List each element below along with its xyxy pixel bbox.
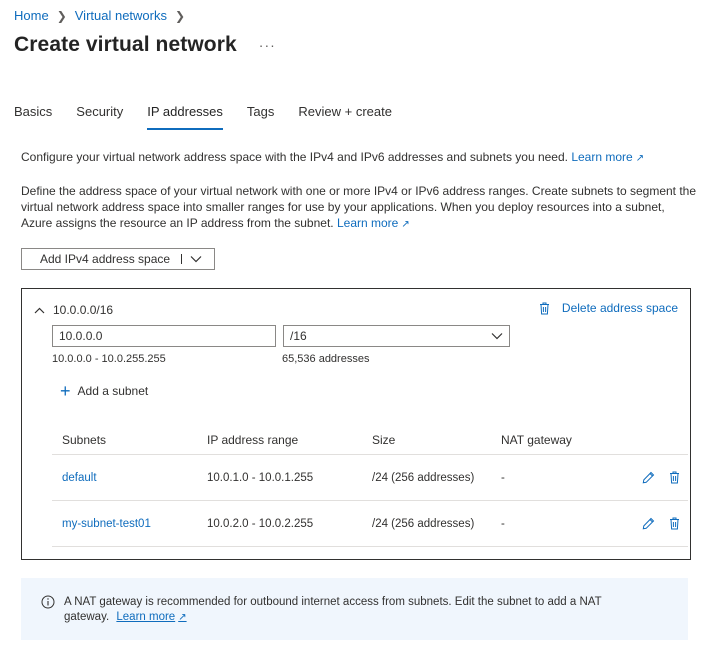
header-subnets: Subnets — [62, 432, 107, 447]
breadcrumb-virtual-networks-link[interactable]: Virtual networks — [75, 8, 167, 23]
pencil-icon[interactable] — [642, 517, 655, 530]
subnet-table: Subnets IP address range Size NAT gatewa… — [52, 425, 688, 547]
subnet-nat-gateway: - — [501, 517, 505, 530]
starting-address-input[interactable] — [52, 325, 276, 347]
tab-review-create[interactable]: Review + create — [298, 104, 392, 130]
external-link-icon: ↗ — [635, 153, 645, 164]
info-banner-text-block: A NAT gateway is recommended for outboun… — [64, 595, 604, 640]
chevron-down-icon — [491, 333, 503, 340]
chevron-down-icon[interactable] — [190, 252, 202, 266]
trash-icon[interactable] — [669, 517, 680, 530]
delete-address-space-button[interactable]: Delete address space — [539, 301, 678, 315]
define-description: Define the address space of your virtual… — [21, 183, 697, 233]
address-space-panel: 10.0.0.0/16 Delete address space /16 10.… — [21, 288, 691, 560]
more-options-icon[interactable]: ··· — [259, 37, 276, 53]
intro-description: Configure your virtual network address s… — [21, 150, 644, 164]
chevron-right-icon: ❯ — [175, 8, 186, 23]
pencil-icon[interactable] — [642, 471, 655, 484]
address-count-text: 65,536 addresses — [282, 353, 370, 365]
subnet-size: /24 (256 addresses) — [372, 517, 475, 530]
page-title: Create virtual network — [14, 33, 237, 56]
address-space-title: 10.0.0.0/16 — [53, 303, 114, 317]
add-ipv4-address-space-button[interactable]: Add IPv4 address space — [21, 248, 215, 270]
tab-tags[interactable]: Tags — [247, 104, 274, 130]
add-subnet-label: Add a subnet — [77, 384, 149, 398]
tab-ip-addresses[interactable]: IP addresses — [147, 104, 223, 130]
subnet-range: 10.0.2.0 - 10.0.2.255 — [207, 517, 314, 530]
subnet-range: 10.0.1.0 - 10.0.1.255 — [207, 471, 314, 484]
info-icon — [41, 595, 55, 609]
breadcrumb: Home ❯ Virtual networks ❯ — [14, 8, 193, 23]
delete-address-space-label: Delete address space — [561, 301, 678, 315]
define-learn-more-link[interactable]: Learn more ↗ — [337, 216, 410, 230]
address-range-text: 10.0.0.0 - 10.0.255.255 — [52, 353, 166, 365]
address-prefix-value: /16 — [290, 329, 307, 343]
subnet-nat-gateway: - — [501, 471, 505, 484]
info-learn-more-link[interactable]: Learn more ↗ — [116, 611, 186, 623]
plus-icon: + — [60, 381, 71, 401]
tab-basics[interactable]: Basics — [14, 104, 52, 130]
tab-security[interactable]: Security — [76, 104, 123, 130]
chevron-up-icon[interactable] — [34, 303, 45, 317]
chevron-right-icon: ❯ — [56, 8, 67, 23]
table-row: my-subnet-test01 10.0.2.0 - 10.0.2.255 /… — [52, 501, 688, 547]
trash-icon[interactable] — [669, 471, 680, 484]
header-nat-gateway: NAT gateway — [501, 432, 572, 447]
subnet-name-link[interactable]: default — [62, 472, 97, 484]
breadcrumb-home-link[interactable]: Home — [14, 8, 49, 23]
subnet-size: /24 (256 addresses) — [372, 471, 475, 484]
table-row: default 10.0.1.0 - 10.0.1.255 /24 (256 a… — [52, 455, 688, 501]
add-subnet-button[interactable]: + Add a subnet — [60, 382, 148, 400]
tab-bar: Basics Security IP addresses Tags Review… — [14, 104, 416, 130]
external-link-icon: ↗ — [401, 219, 410, 230]
split-divider — [181, 254, 183, 264]
header-ip-address-range: IP address range — [207, 432, 299, 447]
address-space-header: 10.0.0.0/16 — [34, 303, 113, 317]
trash-icon — [539, 302, 549, 314]
external-link-icon: ↗ — [178, 612, 187, 623]
table-header-row: Subnets IP address range Size NAT gatewa… — [52, 425, 688, 455]
add-space-label: Add IPv4 address space — [40, 252, 171, 266]
title-row: Create virtual network ··· — [14, 33, 276, 57]
intro-learn-more-link[interactable]: Learn more ↗ — [571, 150, 644, 164]
header-size: Size — [372, 432, 396, 447]
subnet-name-link[interactable]: my-subnet-test01 — [62, 518, 151, 530]
address-prefix-dropdown[interactable]: /16 — [283, 325, 510, 347]
intro-text: Configure your virtual network address s… — [21, 150, 568, 164]
nat-gateway-info-banner: A NAT gateway is recommended for outboun… — [21, 578, 688, 640]
